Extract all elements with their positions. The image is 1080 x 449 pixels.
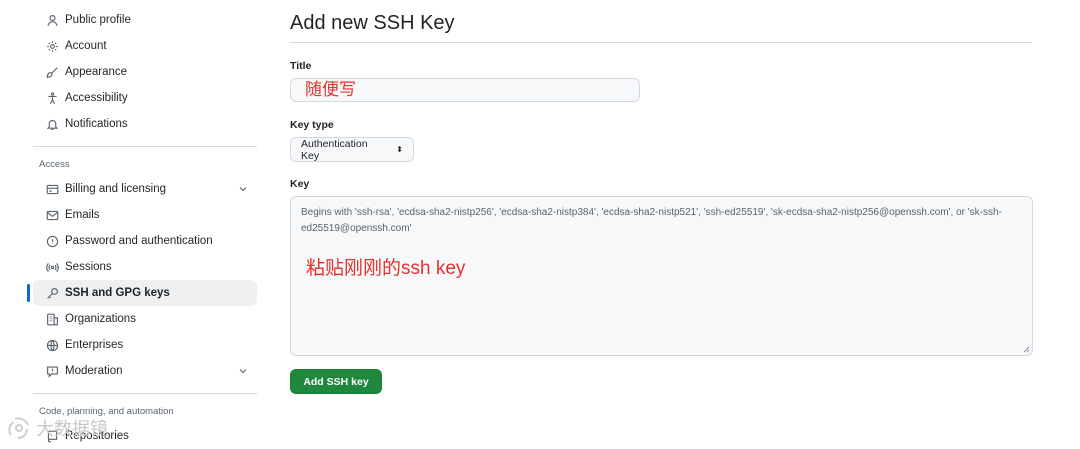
broadcast-icon [45,260,59,274]
key-textarea[interactable]: Begins with 'ssh-rsa', 'ecdsa-sha2-nistp… [290,196,1033,356]
sidebar-item-label: SSH and GPG keys [65,287,170,299]
sidebar-item-account[interactable]: Account [33,33,257,59]
sidebar-divider [33,146,257,147]
sidebar-item-password-auth[interactable]: Password and authentication [33,228,257,254]
watermark-logo-icon [8,417,29,439]
sidebar-item-ssh-gpg-keys[interactable]: SSH and GPG keys [27,280,257,306]
chevron-down-icon[interactable] [237,365,249,377]
report-icon [45,364,59,378]
title-field-label: Title [290,60,312,72]
settings-sidebar: Public profile Account Appearance Access… [27,0,257,449]
sidebar-item-label: Accessibility [65,92,128,104]
sidebar-item-billing[interactable]: Billing and licensing [33,176,257,202]
title-divider [290,42,1032,43]
key-type-selected-value: Authentication Key [301,137,368,162]
sidebar-item-label: Moderation [65,365,123,377]
sidebar-item-label: Notifications [65,118,128,130]
sidebar-item-moderation[interactable]: Moderation [33,358,257,384]
key-type-label: Key type [290,119,334,131]
sidebar-item-public-profile[interactable]: Public profile [33,7,257,33]
accessibility-icon [45,91,59,105]
watermark: 大数据镜 [6,413,108,443]
sidebar-item-emails[interactable]: Emails [33,202,257,228]
key-placeholder: Begins with 'ssh-rsa', 'ecdsa-sha2-nistp… [301,207,1002,234]
sidebar-divider [33,393,257,394]
sidebar-item-label: Sessions [65,261,112,273]
sidebar-item-label: Enterprises [65,339,124,351]
key-type-select[interactable]: Authentication Key ⬍ [290,137,414,162]
bell-icon [45,117,59,131]
sidebar-item-label: Organizations [65,313,136,325]
add-ssh-key-button[interactable]: Add SSH key [290,369,382,394]
person-icon [45,13,59,27]
key-field-label: Key [290,178,310,190]
chevron-down-icon[interactable] [237,183,249,195]
sidebar-item-organizations[interactable]: Organizations [33,306,257,332]
sidebar-item-label: Appearance [65,66,128,78]
gear-icon [45,39,59,53]
paintbrush-icon [45,65,59,79]
mail-icon [45,208,59,222]
active-indicator [27,284,30,302]
title-input[interactable]: 随便写 [290,78,640,102]
key-annotation: 粘贴刚刚的ssh key [306,258,466,279]
watermark-text: 大数据镜 [36,419,108,439]
sidebar-item-label: Password and authentication [65,235,213,247]
resize-grip-icon[interactable] [1022,345,1030,353]
credit-card-icon [45,182,59,196]
key-icon [45,286,59,300]
sidebar-item-label: Account [65,40,107,52]
sidebar-item-label: Public profile [65,14,131,26]
sidebar-item-appearance[interactable]: Appearance [33,59,257,85]
globe-icon [45,338,59,352]
sidebar-item-label: Emails [65,209,100,221]
sidebar-item-notifications[interactable]: Notifications [33,111,257,137]
sidebar-item-enterprises[interactable]: Enterprises [33,332,257,358]
page-title: Add new SSH Key [290,12,455,34]
main-content: Add new SSH Key Title 随便写 Key type Authe… [290,0,1033,394]
organization-icon [45,312,59,326]
shield-lock-icon [45,234,59,248]
section-heading-access: Access [39,158,70,170]
sidebar-item-label: Billing and licensing [65,183,167,195]
select-updown-icon: ⬍ [396,144,403,154]
sidebar-item-sessions[interactable]: Sessions [33,254,257,280]
sidebar-item-accessibility[interactable]: Accessibility [33,85,257,111]
